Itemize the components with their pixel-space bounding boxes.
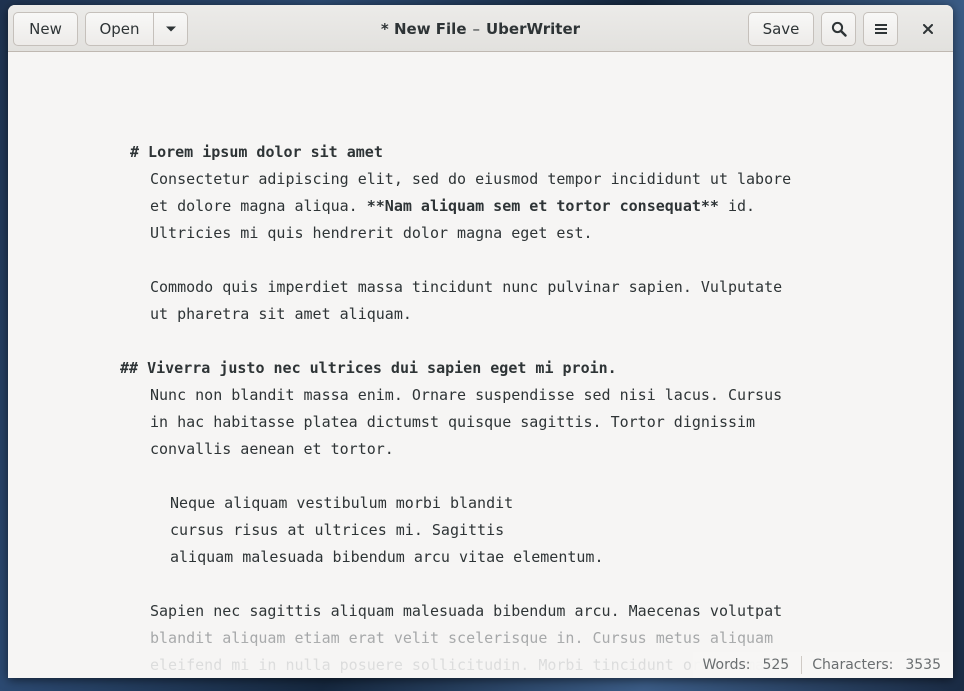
words-count: 525	[762, 657, 790, 673]
words-label: Words:	[702, 657, 751, 673]
close-window-button[interactable]	[913, 15, 943, 43]
paragraph-line: convallis aenean et tortor.	[150, 440, 394, 458]
characters-count: 3535	[905, 657, 941, 673]
paragraph-line: Consectetur adipiscing elit, sed do eius…	[150, 170, 792, 188]
search-button[interactable]	[821, 12, 856, 46]
chevron-down-icon	[165, 26, 176, 32]
title-app-name: UberWriter	[486, 19, 581, 38]
status-bar: Words: 525 Characters: 3535	[693, 652, 953, 678]
indented-line: Neque aliquam vestibulum morbi blandit	[170, 494, 514, 512]
paragraph-line: Nunc non blandit massa enim. Ornare susp…	[150, 386, 783, 404]
characters-label: Characters:	[812, 657, 894, 673]
text-editor[interactable]: # Lorem ipsum dolor sit amet Consectetur…	[8, 52, 953, 678]
paragraph-line-mixed: et dolore magna aliqua. **Nam aliquam se…	[150, 196, 755, 216]
close-icon	[923, 24, 933, 34]
new-button[interactable]: New	[13, 12, 78, 46]
paragraph-line-faded: blandit aliquam etiam erat velit sceleri…	[150, 629, 774, 647]
hamburger-menu-icon	[874, 24, 887, 34]
indented-line: cursus risus at ultrices mi. Sagittis	[170, 521, 505, 539]
open-button-group: Open	[85, 12, 188, 46]
paragraph-line: Commodo quis imperdiet massa tincidunt n…	[150, 278, 783, 296]
status-divider	[801, 656, 803, 674]
paragraph-line: in hac habitasse platea dictumst quisque…	[150, 413, 756, 431]
heading-2: ## Viverra justo nec ultrices dui sapien…	[120, 359, 617, 377]
bold-text: **Nam aliquam sem et tortor consequat**	[366, 197, 719, 215]
window-title: * New File – UberWriter	[308, 5, 653, 52]
open-button[interactable]: Open	[85, 12, 154, 46]
header-bar: New Open * New File – UberWriter Save	[8, 5, 953, 52]
paragraph-line: Sapien nec sagittis aliquam malesuada bi…	[150, 602, 783, 620]
heading-1: # Lorem ipsum dolor sit amet	[130, 143, 383, 161]
title-separator: –	[472, 19, 481, 38]
search-icon	[831, 21, 847, 37]
main-menu-button[interactable]	[863, 12, 898, 46]
indented-line: aliquam malesuada bibendum arcu vitae el…	[170, 548, 604, 566]
app-window: New Open * New File – UberWriter Save # …	[8, 5, 953, 678]
plain-text: et dolore magna aliqua.	[150, 197, 367, 215]
paragraph-line: ut pharetra sit amet aliquam.	[150, 305, 412, 323]
paragraph-line: Ultricies mi quis hendrerit dolor magna …	[150, 224, 593, 242]
open-recent-dropdown-button[interactable]	[153, 12, 188, 46]
title-document: * New File	[380, 19, 467, 38]
plain-text: id.	[718, 197, 756, 215]
save-button[interactable]: Save	[748, 12, 814, 46]
